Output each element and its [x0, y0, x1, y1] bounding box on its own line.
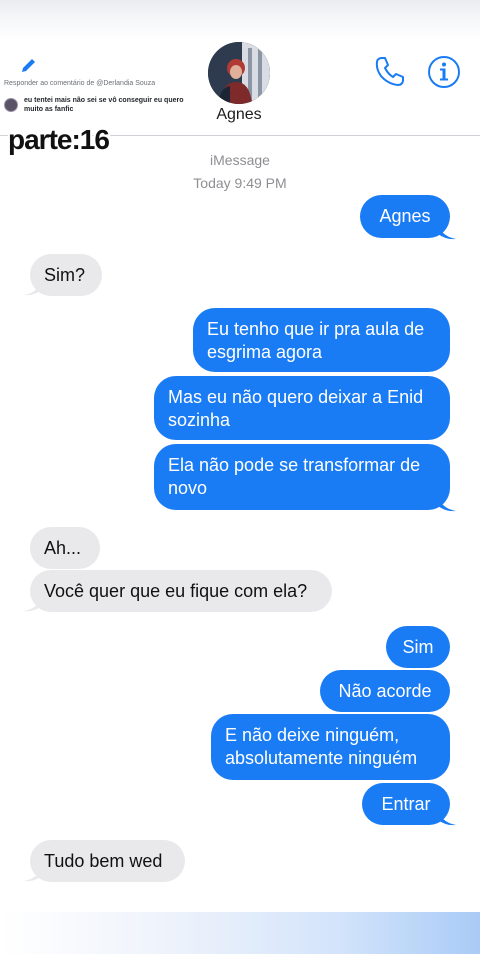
- message-text: Entrar: [381, 794, 431, 814]
- message-text: Ela não pode se transformar de novo: [168, 455, 421, 498]
- message-text: Ah...: [44, 538, 82, 558]
- bubble-tail: [24, 278, 42, 296]
- bubble-tail: [24, 864, 42, 882]
- message-text: E não deixe ninguém, absolutamente ningu…: [225, 725, 418, 768]
- phone-icon[interactable]: [373, 54, 407, 88]
- top-fade: [0, 0, 480, 40]
- message-bubble-sent[interactable]: Não acorde: [320, 670, 450, 712]
- service-label: iMessage: [210, 152, 270, 168]
- reply-comment-overlay: Responder ao comentário de @Derlandia So…: [2, 52, 192, 122]
- message-text: Sim?: [44, 265, 86, 285]
- contact-name[interactable]: Agnes: [196, 106, 282, 124]
- bottom-fade: [0, 912, 480, 954]
- message-bubble-sent[interactable]: Mas eu não quero deixar a Enid sozinha: [154, 376, 450, 440]
- message-bubble-received[interactable]: Você quer que eu fique com ela?: [30, 570, 332, 612]
- message-text: Eu tenho que ir pra aula de esgrima agor…: [207, 319, 425, 362]
- reply-title: Responder ao comentário de @Derlandia So…: [4, 80, 156, 87]
- timestamp-label: Today 9:49 PM: [193, 175, 287, 191]
- bubble-tail: [438, 494, 456, 512]
- reply-comment-text: eu tentei mais não sei se vô conseguir e…: [24, 97, 184, 113]
- message-text: Tudo bem wed: [44, 851, 163, 871]
- message-bubble-sent[interactable]: Sim: [386, 626, 450, 668]
- message-bubble-received[interactable]: Ah...: [30, 527, 100, 569]
- message-bubble-sent[interactable]: Ela não pode se transformar de novo: [154, 444, 450, 510]
- message-bubble-sent[interactable]: Agnes: [360, 195, 450, 238]
- message-bubble-sent[interactable]: Entrar: [362, 783, 450, 825]
- commenter-avatar: [4, 98, 18, 112]
- message-text: Agnes: [379, 206, 431, 226]
- pencil-icon: [18, 56, 38, 76]
- bubble-tail: [438, 808, 456, 826]
- message-text: Sim: [402, 637, 434, 657]
- info-icon[interactable]: [426, 54, 462, 90]
- message-bubble-sent[interactable]: E não deixe ninguém, absolutamente ningu…: [211, 714, 450, 780]
- message-text: Não acorde: [338, 681, 432, 701]
- bubble-tail: [438, 222, 456, 240]
- contact-avatar[interactable]: [208, 42, 270, 104]
- message-text: Você quer que eu fique com ela?: [44, 581, 308, 601]
- message-bubble-received[interactable]: Tudo bem wed: [30, 840, 185, 882]
- bubble-tail: [24, 594, 42, 612]
- message-text: Mas eu não quero deixar a Enid sozinha: [168, 387, 424, 430]
- message-bubble-sent[interactable]: Eu tenho que ir pra aula de esgrima agor…: [193, 308, 450, 372]
